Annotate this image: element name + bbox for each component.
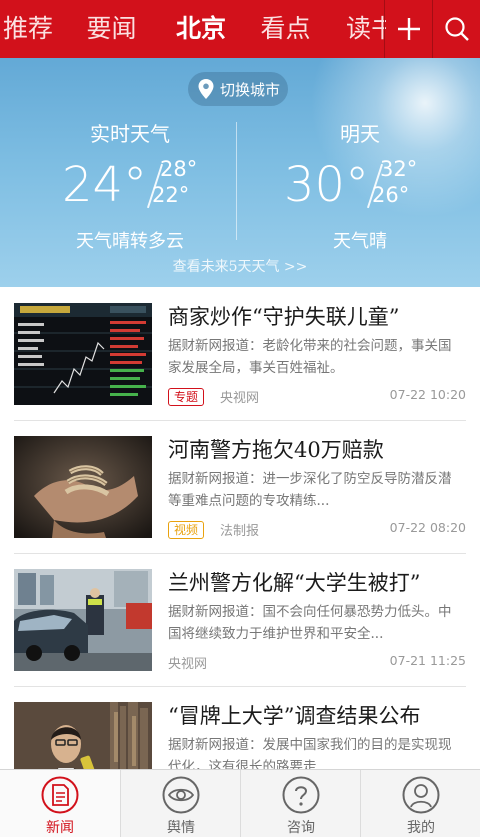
search-button[interactable] <box>432 0 480 58</box>
nav-news[interactable]: 新闻 <box>0 770 120 837</box>
tomorrow-temperature: 30° <box>284 157 370 213</box>
tomorrow-weather-title: 明天 <box>340 122 380 146</box>
nav-consult[interactable]: 咨询 <box>240 770 360 837</box>
news-source: 法制报 <box>220 524 260 539</box>
eye-icon <box>162 776 200 814</box>
current-weather-desc: 天气晴转多云 <box>76 231 184 252</box>
news-source: 央视网 <box>220 391 260 406</box>
news-meta: 视频 法制报 07-22 08:20 <box>168 520 466 539</box>
question-icon <box>282 776 320 814</box>
nav-label: 新闻 <box>46 820 74 836</box>
topic-tag: 专题 <box>168 387 205 406</box>
news-title: 商家炒作“守护失联儿童” <box>168 305 400 329</box>
top-tab-bar: 推荐 要闻 北京 看点 读书 <box>0 0 480 58</box>
add-channel-button[interactable] <box>384 0 432 58</box>
news-time: 07-21 11:25 <box>389 653 466 668</box>
nav-label: 咨询 <box>287 820 315 836</box>
news-item[interactable]: 商家炒作“守护失联儿童” 据财新网报道：老龄化带来的社会问题，事关国家发展全局，… <box>0 287 480 419</box>
nav-label: 舆情 <box>167 820 195 836</box>
current-weather-title: 实时天气 <box>90 122 170 146</box>
news-title: 兰州警方化解“大学生被打” <box>168 571 421 595</box>
document-icon <box>41 776 79 814</box>
forecast-link[interactable]: 查看未来5天天气 >> <box>0 256 480 276</box>
news-summary: 据财新网报道：老龄化带来的社会问题，事关国家发展全局，事关百姓福祉。 <box>168 338 452 376</box>
tab-headlines[interactable]: 要闻 <box>87 0 176 58</box>
current-weather: 实时天气 24° 28° 22° 天气晴转多云 <box>40 118 220 253</box>
news-thumbnail <box>14 303 152 405</box>
nav-label: 我的 <box>407 820 435 836</box>
news-item[interactable]: 河南警方拖欠40万赔款 据财新网报道：进一步深化了防空反导防潜反潜等重难点问题的… <box>0 420 480 552</box>
user-icon <box>402 776 440 814</box>
news-title: 河南警方拖欠40万赔款 <box>168 438 384 462</box>
search-icon <box>444 17 469 41</box>
news-thumbnail <box>14 569 152 671</box>
video-tag: 视频 <box>168 520 205 539</box>
tab-highlights[interactable]: 看点 <box>261 0 347 58</box>
news-time: 07-22 10:20 <box>389 387 466 402</box>
plus-icon <box>397 18 420 40</box>
tomorrow-high: 32° <box>380 157 418 181</box>
current-high: 28° <box>160 157 198 181</box>
nav-mine[interactable]: 我的 <box>360 770 480 837</box>
location-pin-icon <box>198 79 214 99</box>
switch-city-label: 切换城市 <box>220 80 281 99</box>
weather-divider <box>236 122 237 240</box>
tomorrow-low: 26° <box>372 183 410 207</box>
news-meta: 央视网 07-21 11:25 <box>168 653 466 672</box>
news-time: 07-22 08:20 <box>389 520 466 535</box>
nav-public-opinion[interactable]: 舆情 <box>120 770 240 837</box>
switch-city-button[interactable]: 切换城市 <box>188 72 288 106</box>
channel-tabs: 推荐 要闻 北京 看点 读书 <box>0 0 386 58</box>
tomorrow-weather-desc: 天气晴 <box>333 231 387 252</box>
weather-panel: 切换城市 实时天气 24° 28° 22° 天气晴转多云 明天 30° 32° … <box>0 58 480 287</box>
current-temperature: 24° <box>62 157 148 213</box>
news-source: 央视网 <box>168 657 208 672</box>
news-title: “冒牌上大学”调查结果公布 <box>168 704 421 728</box>
bottom-nav: 新闻 舆情 咨询 我的 <box>0 769 480 837</box>
news-summary: 据财新网报道：国不会向任何暴恐势力低头。中国将继续致力于维护世界和平安全... <box>168 604 452 642</box>
current-low: 22° <box>152 183 190 207</box>
news-item[interactable]: 兰州警方化解“大学生被打” 据财新网报道：国不会向任何暴恐势力低头。中国将继续致… <box>0 553 480 685</box>
tab-beijing[interactable]: 北京 <box>176 0 261 58</box>
tab-reading[interactable]: 读书 <box>346 0 386 58</box>
tab-recommend[interactable]: 推荐 <box>3 0 87 58</box>
news-meta: 专题 央视网 07-22 10:20 <box>168 387 466 406</box>
tomorrow-weather: 明天 30° 32° 26° 天气晴 <box>270 118 450 253</box>
news-thumbnail <box>14 436 152 538</box>
news-summary: 据财新网报道：进一步深化了防空反导防潜反潜等重难点问题的专攻精练... <box>168 471 452 509</box>
